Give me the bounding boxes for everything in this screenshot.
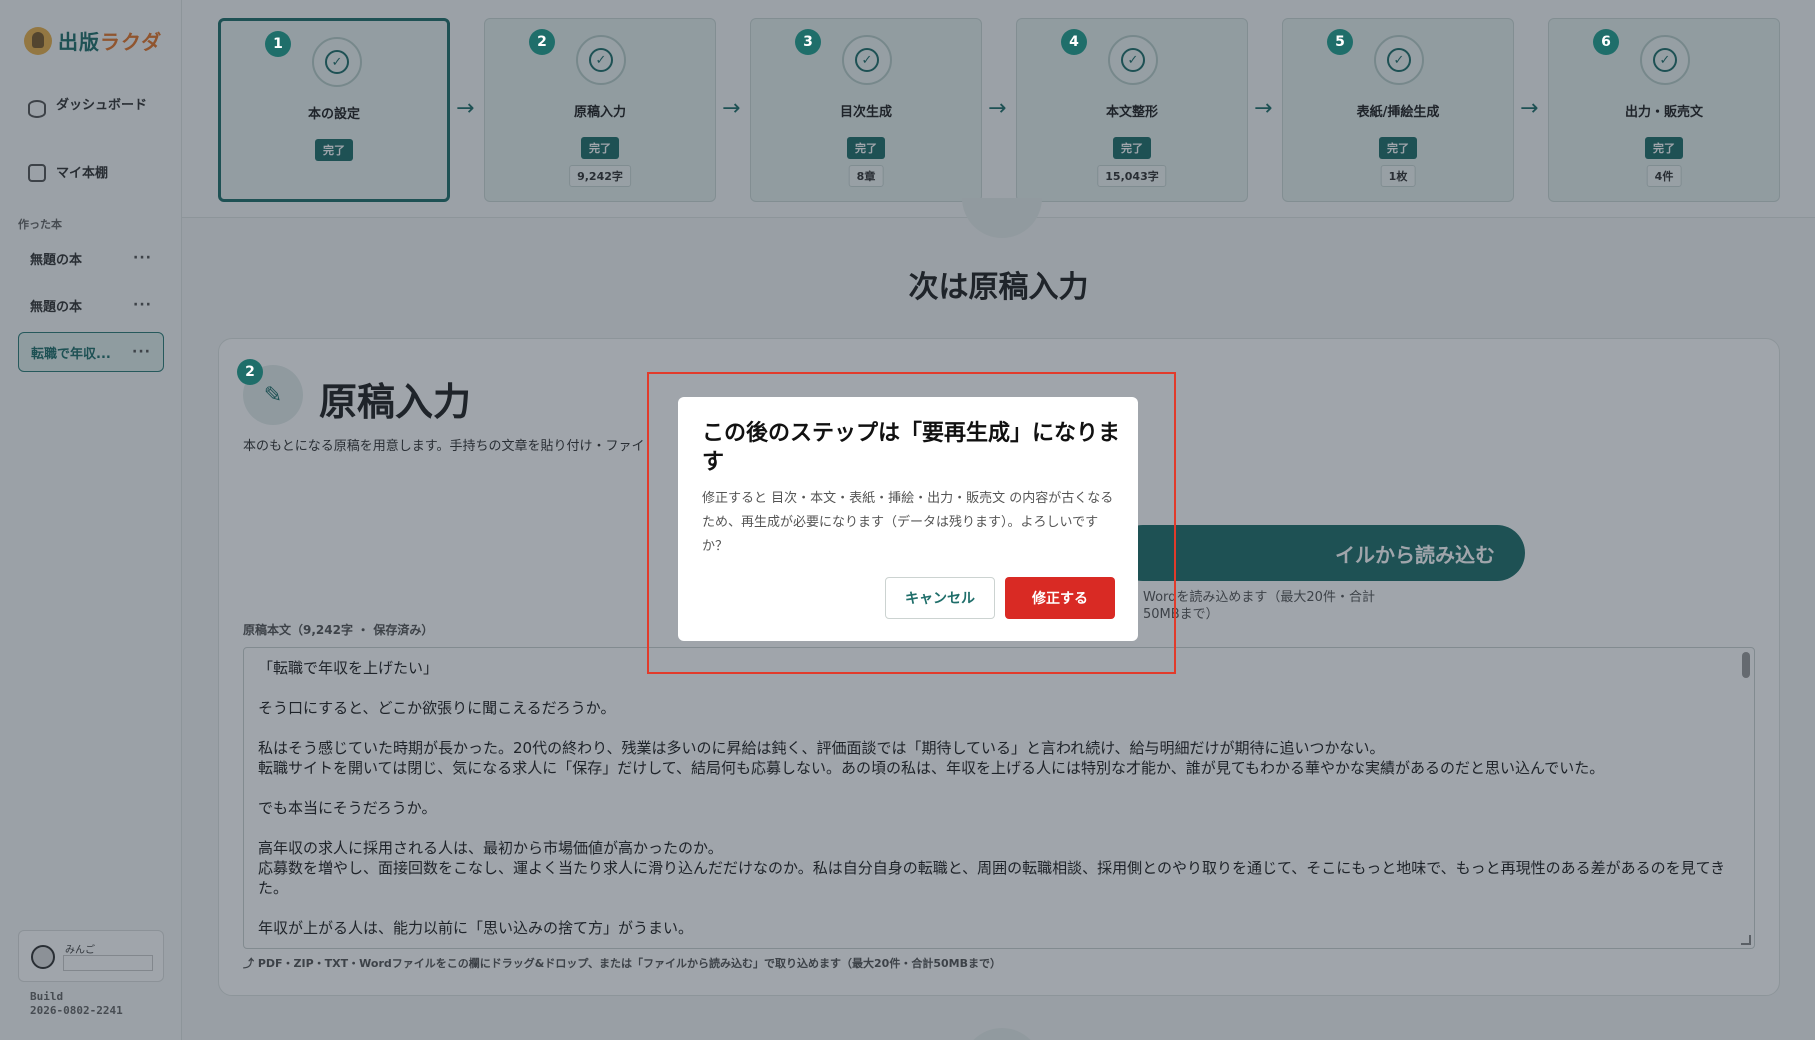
dialog-body: 修正すると 目次・本文・表紙・挿絵・出力・販売文 の内容が古くなるため、再生成が…: [702, 491, 1114, 554]
dialog-title: この後のステップは「要再生成」になります: [702, 421, 1121, 475]
step-number: 3: [795, 29, 821, 55]
cancel-button[interactable]: キャンセル: [885, 577, 995, 619]
confirm-edit-button[interactable]: 修正する: [1005, 577, 1115, 619]
confirm-dialog: この後のステップは「要再生成」になります 修正すると 目次・本文・表紙・挿絵・出…: [678, 397, 1138, 641]
step-number: 5: [1327, 29, 1353, 55]
step-number: 2: [529, 29, 555, 55]
step-number: 1: [265, 31, 291, 57]
card-step-number: 2: [237, 359, 263, 385]
step-number: 6: [1593, 29, 1619, 55]
step-number: 4: [1061, 29, 1087, 55]
